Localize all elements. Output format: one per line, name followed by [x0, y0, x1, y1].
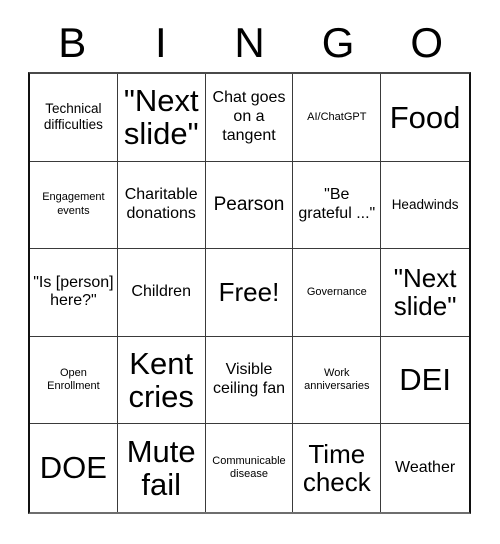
- bingo-cell-label: "Is [person] here?": [33, 273, 114, 310]
- bingo-cell[interactable]: "Next slide": [117, 74, 206, 162]
- bingo-header-letter-b: B: [58, 19, 87, 66]
- bingo-cell-label: "Next slide": [393, 262, 457, 322]
- bingo-cell[interactable]: Time check: [293, 424, 382, 512]
- bingo-cell-label: Children: [131, 283, 191, 301]
- bingo-cell[interactable]: Technical difficulties: [30, 74, 118, 162]
- bingo-cell[interactable]: Engagement events: [30, 161, 118, 250]
- bingo-header-letter-n: N: [234, 19, 265, 66]
- bingo-cell-label: AI/ChatGPT: [307, 110, 367, 123]
- bingo-cell-label: Charitable donations: [124, 186, 198, 222]
- bingo-cell-label: Pearson: [213, 193, 285, 215]
- bingo-cell[interactable]: Charitable donations: [117, 161, 206, 250]
- bingo-cell-label: DOE: [39, 450, 107, 486]
- bingo-cell[interactable]: Work anniversaries: [293, 336, 382, 425]
- bingo-cell[interactable]: Visible ceiling fan: [205, 336, 294, 425]
- bingo-cell-label: Headwinds: [391, 196, 459, 212]
- bingo-cell-label: Work anniversaries: [304, 366, 370, 393]
- bingo-cell[interactable]: Open Enrollment: [30, 336, 118, 425]
- bingo-cell[interactable]: DOE: [30, 424, 118, 512]
- bingo-cell-label: Engagement events: [42, 191, 105, 217]
- bingo-cell[interactable]: Chat goes on a tangent: [205, 74, 294, 162]
- bingo-cell[interactable]: Kent cries: [117, 336, 206, 425]
- bingo-free-space-cell[interactable]: Free!: [205, 249, 294, 337]
- bingo-cell-label: Food: [389, 99, 461, 135]
- bingo-card: B I N G O Technical difficulties "Next s…: [0, 0, 500, 544]
- bingo-header-row: B I N G O: [28, 14, 471, 72]
- bingo-cell[interactable]: AI/ChatGPT: [293, 74, 382, 162]
- bingo-grid: Technical difficulties "Next slide" Chat…: [28, 72, 471, 514]
- bingo-cell-label: Open Enrollment: [47, 366, 100, 393]
- bingo-cell-label: Chat goes on a tangent: [212, 88, 286, 144]
- bingo-cell-label: Time check: [302, 438, 371, 498]
- bingo-cell-label: Communicable disease: [212, 454, 286, 481]
- bingo-free-space-label: Free!: [218, 277, 280, 308]
- bingo-cell[interactable]: DEI: [381, 336, 469, 425]
- bingo-cell-label: Governance: [306, 285, 367, 298]
- bingo-cell[interactable]: "Is [person] here?": [30, 249, 118, 337]
- bingo-cell-label: Technical difficulties: [43, 101, 103, 133]
- bingo-cell[interactable]: Mute fail: [117, 424, 206, 512]
- bingo-cell[interactable]: Governance: [293, 249, 382, 337]
- bingo-header-letter-o: O: [410, 19, 444, 66]
- bingo-cell[interactable]: Headwinds: [381, 161, 469, 250]
- bingo-cell-label: DEI: [399, 362, 451, 398]
- bingo-cell[interactable]: Communicable disease: [205, 424, 294, 512]
- bingo-cell[interactable]: "Next slide": [381, 249, 469, 337]
- bingo-cell[interactable]: "Be grateful ...": [293, 161, 382, 250]
- bingo-cell[interactable]: Pearson: [205, 161, 294, 250]
- bingo-cell[interactable]: Children: [117, 249, 206, 337]
- bingo-cell-label: Weather: [395, 458, 456, 476]
- bingo-cell-label: "Next slide": [123, 82, 199, 152]
- bingo-cell[interactable]: Weather: [381, 424, 469, 512]
- bingo-cell-label: Kent cries: [128, 345, 194, 415]
- bingo-cell[interactable]: Food: [381, 74, 469, 162]
- bingo-cell-label: "Be grateful ...": [298, 186, 376, 222]
- bingo-cell-label: Mute fail: [126, 433, 196, 503]
- bingo-header-letter-i: I: [155, 19, 167, 66]
- bingo-cell-label: Visible ceiling fan: [212, 361, 286, 398]
- bingo-header-letter-g: G: [321, 19, 355, 66]
